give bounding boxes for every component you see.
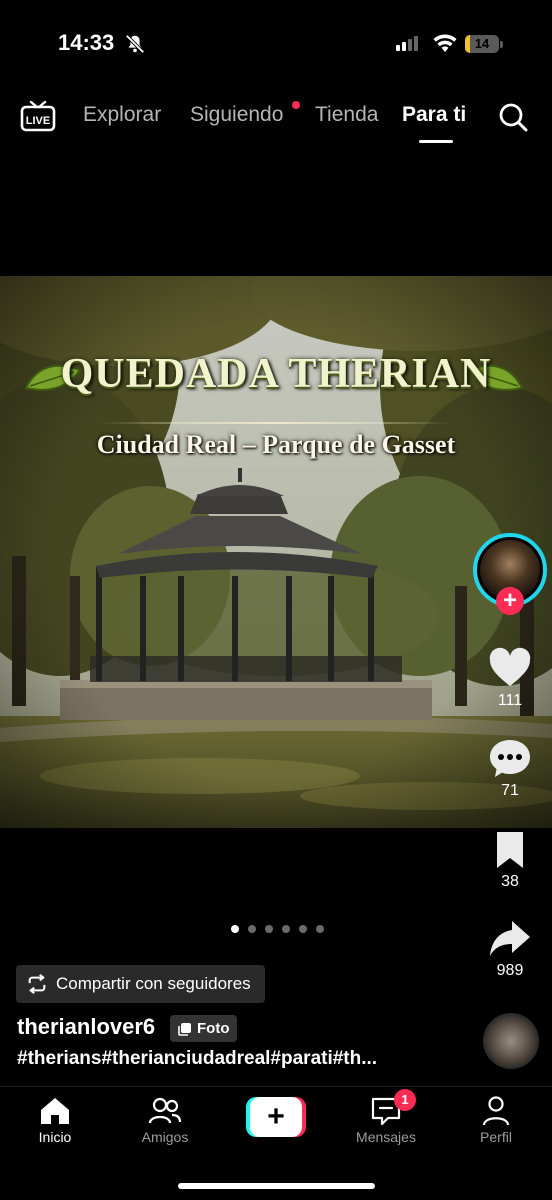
- post-title: QUEDADA THERIAN: [60, 351, 492, 397]
- photo-badge: Foto: [170, 1015, 238, 1042]
- live-label: LIVE: [26, 115, 50, 127]
- carousel-dots: [231, 925, 324, 933]
- share-chip-label: Compartir con seguidores: [56, 974, 251, 993]
- battery-indicator: 14: [465, 35, 499, 53]
- signal-icon: [396, 36, 418, 51]
- title-divider: [100, 422, 452, 424]
- share-with-followers-button[interactable]: Compartir con seguidores: [16, 965, 265, 1003]
- live-tv-icon[interactable]: LIVE: [20, 100, 56, 132]
- nav-perfil-label: Perfil: [480, 1129, 512, 1145]
- status-time: 14:33: [58, 30, 115, 55]
- search-icon[interactable]: [497, 101, 529, 133]
- create-button[interactable]: +: [244, 1097, 308, 1137]
- friends-icon: [148, 1094, 182, 1128]
- following-notification-dot: [292, 101, 300, 109]
- heart-icon[interactable]: [488, 647, 532, 691]
- comment-icon[interactable]: [488, 737, 532, 781]
- tab-para-ti[interactable]: Para ti: [402, 103, 466, 127]
- wifi-icon: [432, 33, 458, 58]
- comment-count: 71: [501, 782, 519, 799]
- music-disc[interactable]: [483, 1013, 539, 1069]
- carousel-dot: [316, 925, 324, 933]
- caption-hashtags[interactable]: #therians#therianciudadreal#parati#th...: [17, 1048, 437, 1070]
- author-username[interactable]: therianlover6: [17, 1014, 155, 1040]
- share-icon[interactable]: [488, 917, 532, 961]
- nav-perfil[interactable]: Perfil: [450, 1094, 542, 1145]
- share-count: 989: [496, 962, 524, 979]
- nav-inicio[interactable]: Inicio: [9, 1094, 101, 1145]
- profile-icon: [479, 1094, 513, 1128]
- carousel-dot: [248, 925, 256, 933]
- tab-siguiendo[interactable]: Siguiendo: [190, 103, 283, 127]
- carousel-dot: [231, 925, 239, 933]
- nav-amigos-label: Amigos: [141, 1129, 189, 1145]
- active-tab-indicator: [419, 140, 453, 143]
- post-subtitle: Ciudad Real – Parque de Gasset: [96, 430, 456, 459]
- battery-cap: [500, 41, 503, 48]
- like-count: 111: [497, 692, 523, 709]
- create-plus-icon: +: [250, 1097, 302, 1137]
- home-indicator[interactable]: [178, 1183, 375, 1189]
- bookmark-icon[interactable]: [488, 828, 532, 872]
- nav-mensajes[interactable]: Mensajes: [340, 1094, 432, 1145]
- tab-tienda[interactable]: Tienda: [315, 103, 378, 127]
- carousel-dot: [282, 925, 290, 933]
- carousel-dot: [265, 925, 273, 933]
- bell-slash-icon: [124, 33, 146, 60]
- repost-icon: [26, 973, 48, 995]
- photo-icon: [178, 1022, 192, 1036]
- messages-badge: 1: [394, 1089, 416, 1111]
- home-icon: [38, 1094, 72, 1128]
- nav-mensajes-label: Mensajes: [356, 1129, 416, 1145]
- follow-plus-button[interactable]: +: [496, 587, 524, 615]
- carousel-dot: [299, 925, 307, 933]
- save-count: 38: [501, 873, 519, 890]
- nav-inicio-label: Inicio: [38, 1129, 72, 1145]
- bottom-nav-divider: [0, 1086, 552, 1087]
- nav-amigos[interactable]: Amigos: [119, 1094, 211, 1145]
- photo-badge-label: Foto: [197, 1020, 230, 1037]
- tab-explorar[interactable]: Explorar: [83, 103, 161, 127]
